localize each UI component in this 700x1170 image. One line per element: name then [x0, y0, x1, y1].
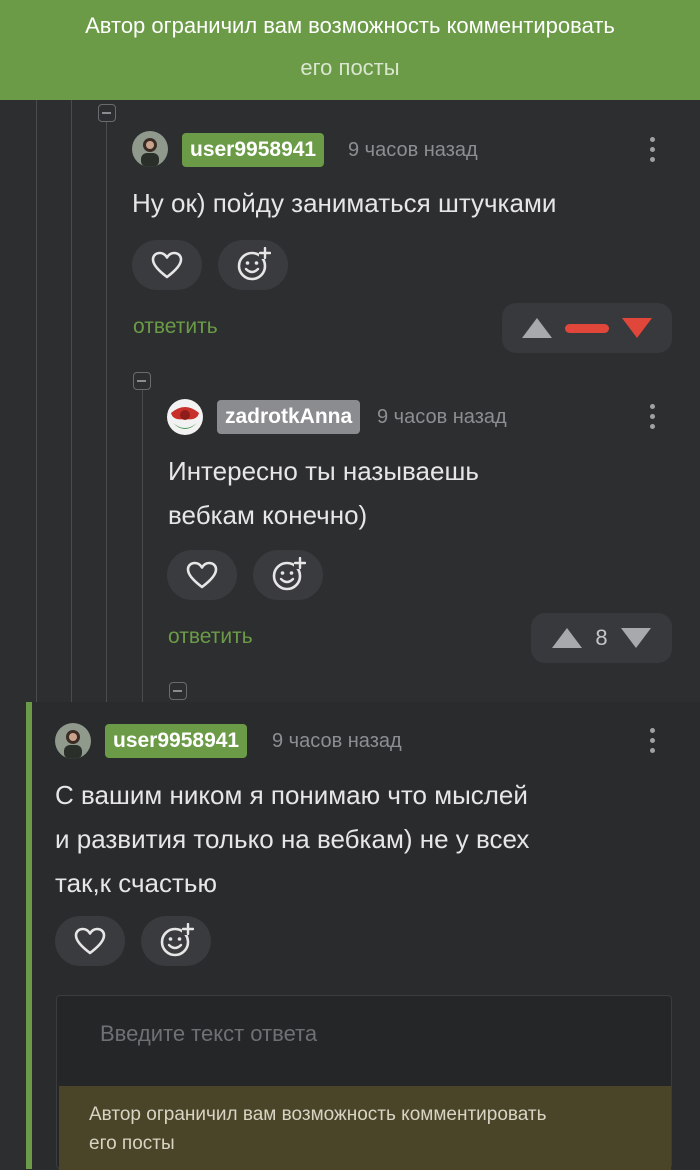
username[interactable]: zadrotkAnna	[217, 400, 361, 434]
avatar[interactable]	[132, 131, 168, 167]
username[interactable]: user9958941	[105, 724, 248, 758]
avatar[interactable]	[55, 723, 91, 759]
collapse-icon[interactable]	[133, 372, 151, 390]
heart-icon	[151, 251, 183, 279]
timestamp: 9 часов назад	[377, 406, 507, 428]
upvote-icon[interactable]	[551, 628, 582, 648]
like-button[interactable]	[167, 550, 237, 600]
collapse-icon[interactable]	[98, 104, 116, 122]
react-button[interactable]	[141, 916, 211, 966]
upvote-icon[interactable]	[522, 318, 553, 338]
like-button[interactable]	[132, 240, 202, 290]
restriction-notice: Автор ограничил вам возможность комменти…	[59, 1086, 671, 1170]
reply-input[interactable]	[100, 1021, 620, 1047]
banner-line1: Автор ограничил вам возможность комменти…	[85, 13, 615, 38]
smile-plus-icon	[160, 923, 194, 957]
vote-control	[502, 303, 672, 353]
downvote-icon[interactable]	[621, 318, 652, 338]
thread-line	[71, 100, 72, 702]
comment-text: Интересно ты называешь вебкам конечно)	[168, 456, 479, 530]
banner-line2: его посты	[300, 55, 400, 80]
thread-line	[106, 122, 107, 702]
vote-control: 8	[531, 613, 672, 663]
comment-text: Ну ок) пойду заниматься штучками	[132, 188, 557, 218]
heart-icon	[74, 927, 106, 955]
restriction-banner: Автор ограничил вам возможность комменти…	[0, 0, 700, 100]
more-vertical-icon[interactable]	[647, 137, 657, 167]
like-button[interactable]	[55, 916, 125, 966]
vote-state-indicator	[564, 323, 609, 333]
heart-icon	[186, 561, 218, 589]
timestamp: 9 часов назад	[348, 139, 478, 161]
more-vertical-icon[interactable]	[647, 404, 657, 434]
comment-text: С вашим ником я понимаю что мыслей и раз…	[55, 780, 530, 898]
thread-line	[36, 100, 37, 702]
thread-line	[142, 390, 143, 702]
vote-score: 8	[595, 625, 608, 650]
downvote-icon[interactable]	[621, 628, 652, 648]
collapse-icon[interactable]	[169, 682, 187, 700]
reply-link[interactable]: ответить	[168, 625, 253, 649]
reply-link[interactable]: ответить	[133, 315, 218, 339]
reply-box: Автор ограничил вам возможность комменти…	[56, 995, 672, 1170]
username[interactable]: user9958941	[182, 133, 325, 167]
timestamp: 9 часов назад	[272, 730, 402, 752]
smile-plus-icon	[272, 557, 306, 591]
react-button[interactable]	[253, 550, 323, 600]
avatar[interactable]	[167, 399, 203, 435]
smile-plus-icon	[237, 247, 271, 281]
more-vertical-icon[interactable]	[647, 728, 657, 758]
react-button[interactable]	[218, 240, 288, 290]
